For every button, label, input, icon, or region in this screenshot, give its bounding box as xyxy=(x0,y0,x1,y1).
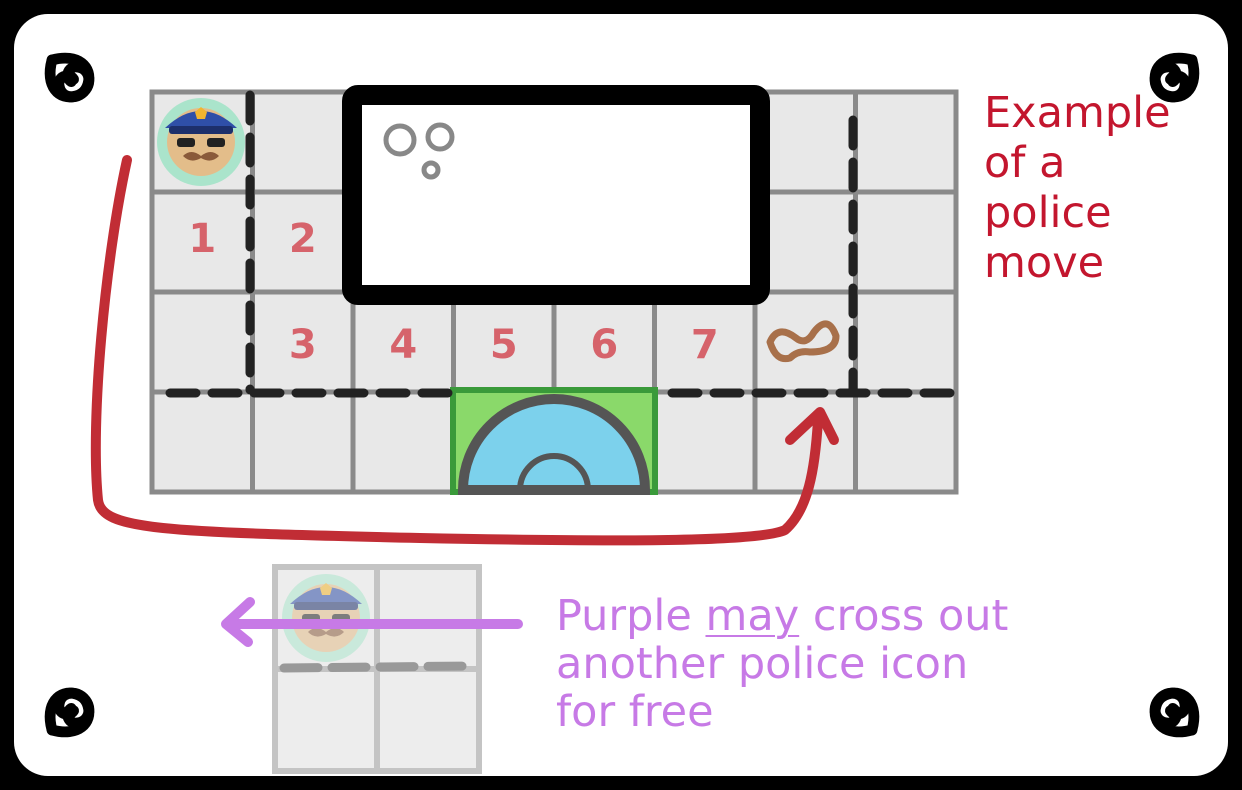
caption-line: for free xyxy=(556,687,714,737)
corner-ornament-bottom-left xyxy=(50,693,89,732)
grid-cell xyxy=(853,389,959,495)
purple-rule-caption: Purple may cross out another police icon… xyxy=(556,592,1008,736)
building-block xyxy=(342,85,770,305)
grid-cell xyxy=(250,89,356,195)
police-officer-icon xyxy=(282,574,370,662)
caption-text: cross out xyxy=(799,591,1009,641)
caption-line: of a xyxy=(984,138,1066,188)
example-caption: Example of a police move xyxy=(984,88,1171,288)
grid-cell xyxy=(853,289,959,395)
caption-text: Purple xyxy=(556,591,706,641)
grid-cell xyxy=(752,89,858,195)
caption-line: police xyxy=(984,188,1112,238)
grid-cell xyxy=(752,389,858,495)
caption-line: another police icon xyxy=(556,639,969,689)
move-step-number: 5 xyxy=(489,322,518,368)
grid-cell xyxy=(350,389,456,495)
move-step-number: 3 xyxy=(288,322,317,368)
move-step-number: 2 xyxy=(288,216,317,262)
corner-ornament-bottom-right xyxy=(1155,693,1194,732)
caption-line: Example xyxy=(984,88,1171,138)
move-step-number: 7 xyxy=(690,322,719,368)
grid-cell xyxy=(853,89,959,195)
grid-cell xyxy=(250,389,356,495)
caption-line: move xyxy=(984,238,1105,288)
move-step-number: 1 xyxy=(188,216,217,262)
district-line xyxy=(279,661,473,673)
grid-cell xyxy=(149,389,255,495)
grid-cell xyxy=(752,189,858,295)
police-officer-icon xyxy=(157,98,245,186)
corner-ornament-top-left xyxy=(50,58,89,97)
move-step-number: 4 xyxy=(389,322,418,368)
grid-cell xyxy=(652,389,758,495)
grid-cell xyxy=(149,289,255,395)
move-step-number: 6 xyxy=(590,322,619,368)
caption-underlined-word: may xyxy=(705,591,800,641)
fountain-icon xyxy=(450,387,658,495)
grid-cell xyxy=(853,189,959,295)
